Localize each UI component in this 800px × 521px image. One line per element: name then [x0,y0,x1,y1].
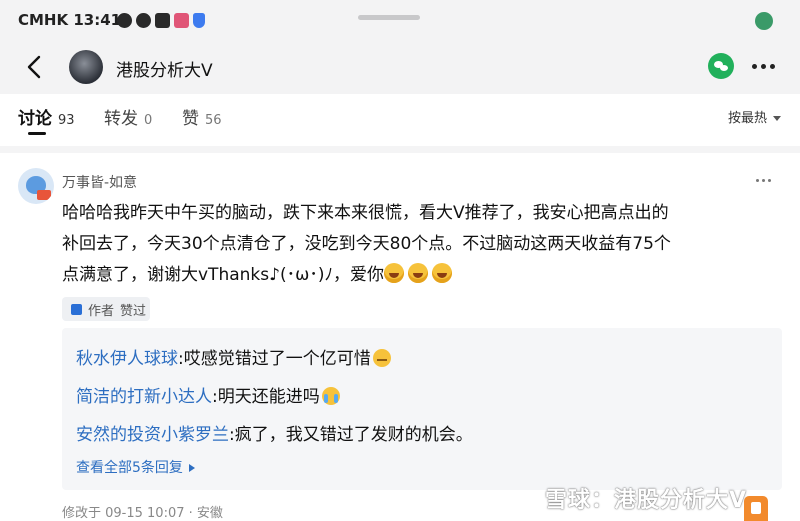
wechat-icon[interactable] [708,53,734,79]
liked-label: 赞过 [120,303,147,319]
caret-right-icon [188,464,195,472]
laugh-emoji-icon [431,263,452,283]
back-arrow-icon[interactable] [24,54,46,80]
notch-indicator [358,15,420,20]
comment-line: 补回去了，今天30个点清仓了，没吃到今天80个点。不过脑动这两天收益有75个 [62,234,671,254]
laugh-emoji-icon [407,263,428,283]
crying-emoji-icon [321,387,340,405]
tab-bar: 讨论 93 转发 0 赞 56 按最热 [0,94,800,146]
status-bar: CMHK 13:41 [0,0,800,40]
commenter-name[interactable]: 万事皆-如意 [62,172,137,192]
comment-more-icon[interactable] [756,179,771,182]
commenter-avatar[interactable] [18,168,54,204]
tab-label: 转发 [104,109,138,129]
laugh-emoji-icon [383,263,404,283]
tab-likes[interactable]: 赞 56 [182,104,222,129]
tab-repost[interactable]: 转发 0 [104,104,152,129]
status-icons [117,13,205,28]
comment-line-text: 点满意了，谢谢大vThanks♪(･ω･)ﾉ，爱你 [62,265,384,285]
clock-icon [155,13,170,28]
comment-meta: 修改于 09-15 10:07 · 安徽 [62,506,223,521]
reply-text: 明天还能进吗 [217,387,320,407]
tab-label: 讨论 [18,109,52,129]
tab-label: 赞 [182,109,199,129]
reply-text: 疯了，我又错过了发财的机会。 [234,425,473,445]
author-liked-badge: 作者 赞过 [62,297,150,321]
comment-line: 点满意了，谢谢大vThanks♪(･ω･)ﾉ，爱你 [62,260,782,291]
tab-discuss[interactable]: 讨论 93 [18,104,75,129]
tab-count: 93 [58,113,75,128]
active-tab-indicator [28,132,46,135]
reply-item[interactable]: 简洁的打新小达人:明天还能进吗 [76,382,340,407]
tab-count: 0 [144,113,153,128]
caret-down-icon [773,116,782,121]
reply-author[interactable]: 安然的投资小紫罗兰 [76,425,229,445]
view-all-replies-link[interactable]: 查看全部5条回复 [76,457,195,477]
status-time: CMHK 13:41 [18,11,122,29]
reply-text: 哎感觉错过了一个亿可惜 [183,349,371,369]
chart-app-icon [174,13,189,28]
comment-text: 哈哈哈我昨天中午买的脑动，跌下来本来很慌，看大V推荐了，我安心把高点出的 补回去… [62,198,782,291]
page-title[interactable]: 港股分析大V [116,56,213,81]
reply-item[interactable]: 秋水伊人球球:哎感觉错过了一个亿可惜 [76,344,391,369]
shield-icon [193,13,205,28]
watermark: 雪球：港股分析大V [545,488,748,513]
page-header: 港股分析大V [0,40,800,94]
facebook-icon [136,13,151,28]
replies-box: 秋水伊人球球:哎感觉错过了一个亿可惜 简洁的打新小达人:明天还能进吗 安然的投资… [62,328,782,490]
view-all-label: 查看全部5条回复 [76,460,183,476]
reply-author[interactable]: 秋水伊人球球 [76,349,178,369]
reply-item[interactable]: 安然的投资小紫罗兰:疯了，我又错过了发财的机会。 [76,420,473,445]
comment-line: 哈哈哈我昨天中午买的脑动，跌下来本来很慌，看大V推荐了，我安心把高点出的 [62,203,669,223]
like-float-button[interactable] [744,496,768,521]
facebook-icon [117,13,132,28]
sort-dropdown[interactable]: 按最热 [728,107,782,126]
sort-label: 按最热 [728,111,768,126]
section-divider [0,146,800,153]
sad-emoji-icon [372,349,391,367]
tab-count: 56 [205,113,222,128]
user-icon [755,12,773,30]
more-icon[interactable] [752,64,775,69]
reply-author[interactable]: 简洁的打新小达人 [76,387,212,407]
liked-prefix: 作者 [88,303,115,319]
author-avatar[interactable] [69,50,103,84]
thumbs-up-icon [71,303,82,315]
